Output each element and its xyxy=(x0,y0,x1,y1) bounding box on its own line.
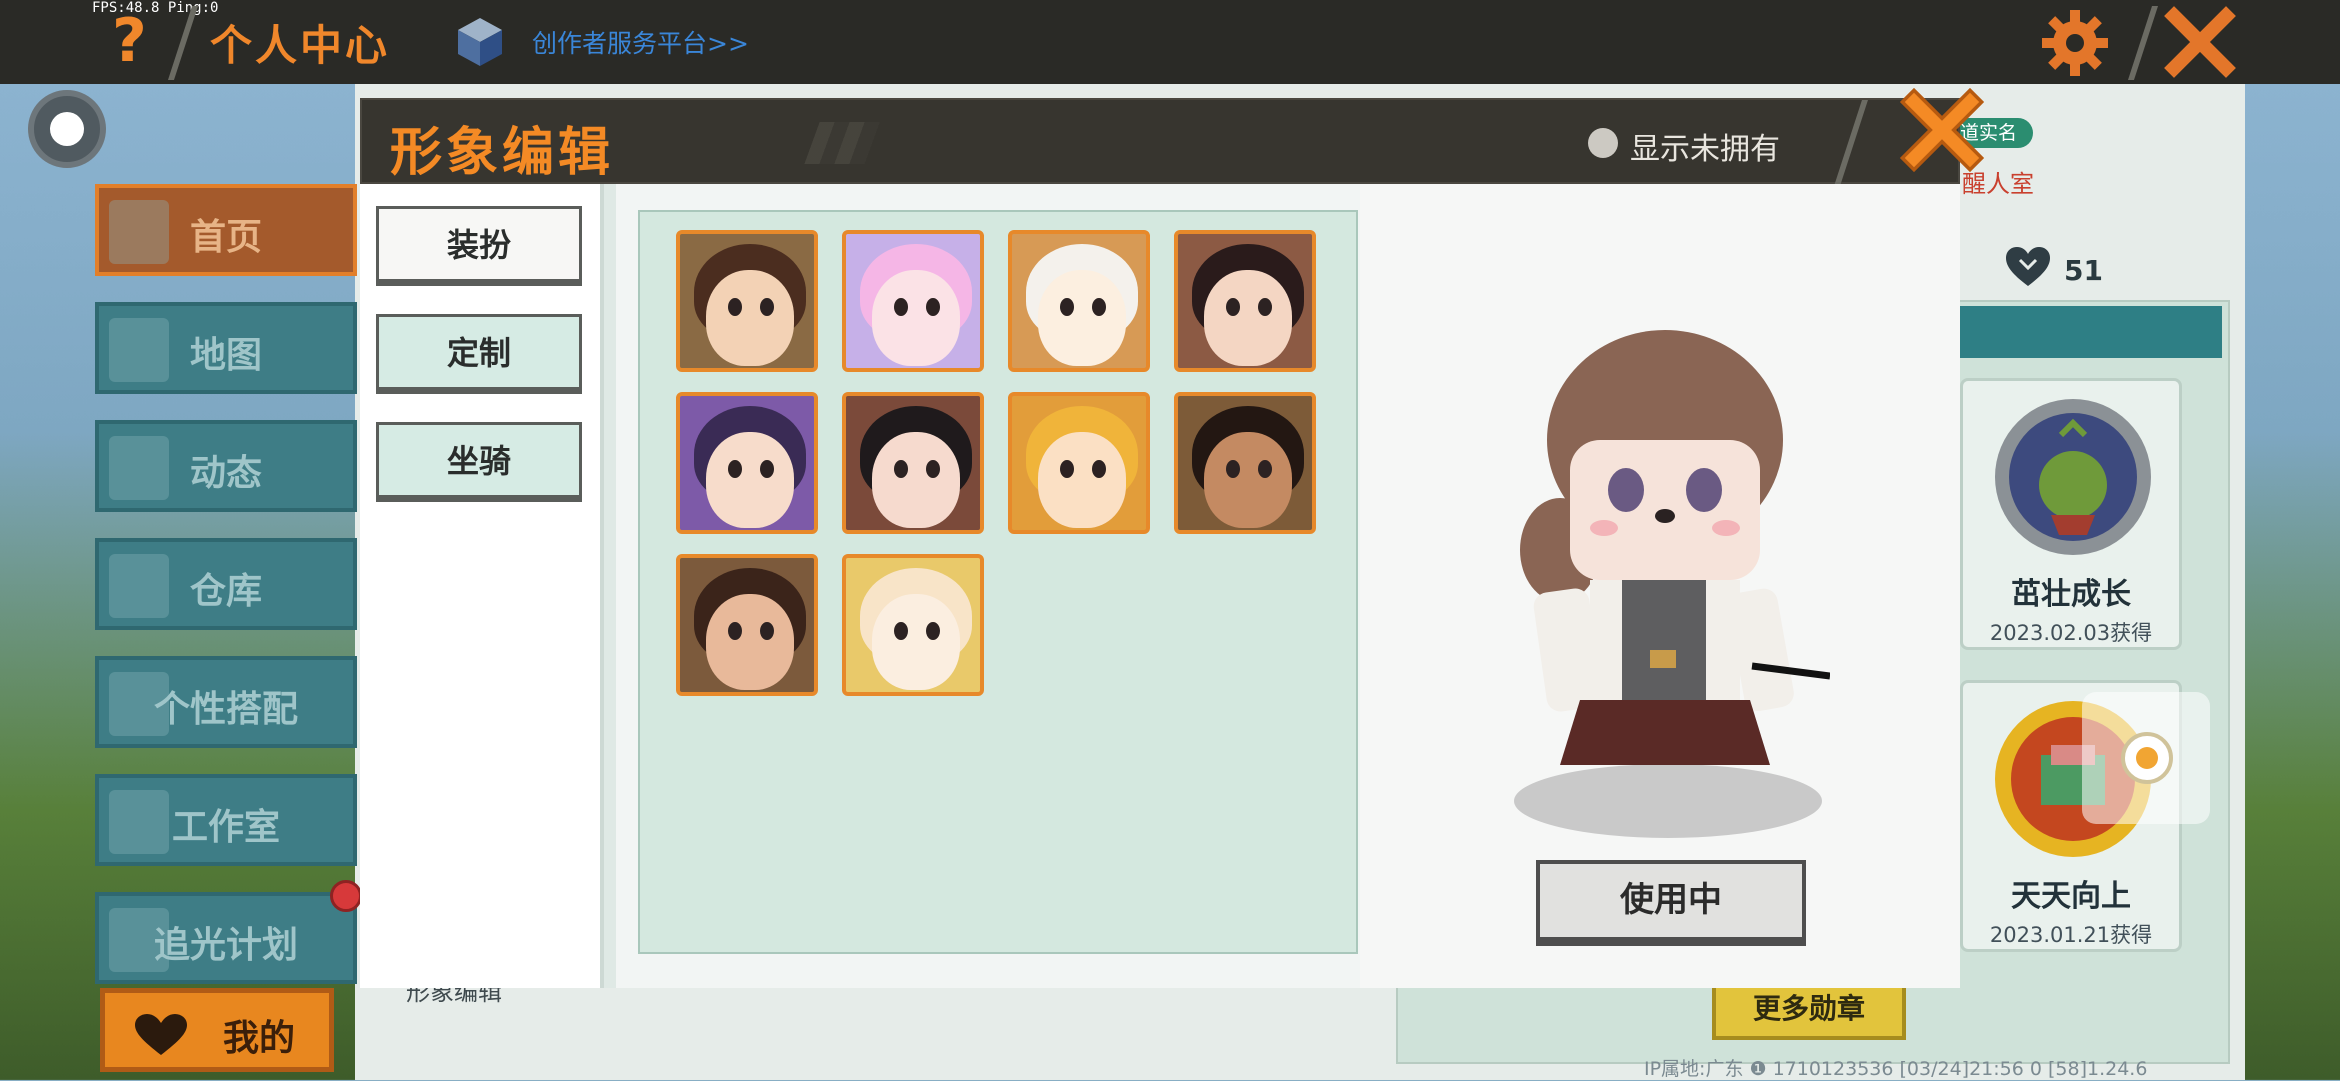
skin-eye xyxy=(1226,460,1240,478)
skin-eye xyxy=(1226,298,1240,316)
floating-record-button[interactable] xyxy=(28,90,106,168)
divider xyxy=(167,6,199,80)
notification-dot xyxy=(330,880,362,912)
show-unowned-label: 显示未拥有 xyxy=(1630,132,1780,167)
divider xyxy=(604,184,616,988)
skin-tile[interactable] xyxy=(676,392,818,534)
skin-face xyxy=(706,594,794,690)
skin-eye xyxy=(728,460,742,478)
divider xyxy=(2127,6,2159,80)
ip-footer: IP属地:广东 ❶ 1710123536 [03/24]21:56 0 [58]… xyxy=(1644,1058,2148,1080)
skin-eye xyxy=(728,298,742,316)
skin-face xyxy=(1038,270,1126,366)
skin-eye xyxy=(760,622,774,640)
egg-icon xyxy=(2121,732,2173,784)
skin-eye xyxy=(894,460,908,478)
badge-section-header xyxy=(1960,306,2222,358)
sidebar-item-light-plan[interactable]: 追光计划 xyxy=(95,892,357,984)
skin-tile[interactable] xyxy=(1008,230,1150,372)
question-mark-icon[interactable]: ? xyxy=(112,6,168,76)
creator-cube-icon[interactable] xyxy=(456,16,504,68)
dialog-header: 形象编辑 显示未拥有 xyxy=(360,98,1960,186)
avatar-preview: 使用中 xyxy=(1360,184,1960,988)
sidebar-item-map[interactable]: 地图 xyxy=(95,302,357,394)
my-button[interactable]: 我的 xyxy=(100,988,334,1072)
skin-tile[interactable] xyxy=(1174,230,1316,372)
tab-mount[interactable]: 坐骑 xyxy=(376,422,582,502)
likes-heart-icon xyxy=(2006,247,2050,286)
sidebar-item-label: 首页 xyxy=(189,217,262,258)
skin-face xyxy=(706,432,794,528)
skin-face xyxy=(872,432,960,528)
in-use-button[interactable]: 使用中 xyxy=(1536,860,1806,946)
skin-tile[interactable] xyxy=(842,230,984,372)
skin-tile[interactable] xyxy=(842,554,984,696)
category-tab-column: 装扮 定制 坐骑 xyxy=(360,184,604,988)
skin-eye xyxy=(894,622,908,640)
close-icon[interactable] xyxy=(1900,88,1984,172)
likes-count: 51 xyxy=(2064,254,2103,287)
sidebar-item-label: 工作室 xyxy=(171,807,280,848)
badge-card[interactable]: 茁壮成长 2023.02.03获得 xyxy=(1960,378,2182,650)
skin-eye xyxy=(926,622,940,640)
skin-face xyxy=(1204,270,1292,366)
skin-eye xyxy=(894,298,908,316)
sidebar-item-warehouse[interactable]: 仓库 xyxy=(95,538,357,630)
divider xyxy=(1834,100,1868,186)
sprout-medal-icon xyxy=(1995,399,2151,555)
skin-face xyxy=(1038,432,1126,528)
skin-tile[interactable] xyxy=(842,392,984,534)
skin-tile[interactable] xyxy=(676,554,818,696)
header-decoration xyxy=(804,122,880,164)
skin-face xyxy=(706,270,794,366)
skin-eye xyxy=(1060,460,1074,478)
sidebar-item-studio[interactable]: 工作室 xyxy=(95,774,357,866)
creator-platform-link[interactable]: 创作者服务平台>> xyxy=(532,24,749,60)
more-badges-button[interactable]: 更多勋章 xyxy=(1712,980,1906,1040)
sidebar-item-label: 仓库 xyxy=(189,571,262,612)
sidebar-item-feed[interactable]: 动态 xyxy=(95,420,357,512)
top-bar: FPS:48.8 Ping:0 ? 个人中心 创作者服务平台>> xyxy=(0,0,2340,84)
close-icon[interactable] xyxy=(2164,6,2236,78)
tab-custom[interactable]: 定制 xyxy=(376,314,582,394)
badge-date: 2023.02.03获得 xyxy=(1989,621,2153,645)
sidebar-item-label: 动态 xyxy=(189,453,262,494)
skin-eye xyxy=(1092,460,1106,478)
sidebar-item-label: 追光计划 xyxy=(153,925,298,966)
skin-face xyxy=(1204,432,1292,528)
skin-face xyxy=(872,270,960,366)
radio-button[interactable] xyxy=(1588,128,1618,158)
skin-eye xyxy=(728,622,742,640)
page-title: 个人中心 xyxy=(210,21,391,70)
skin-eye xyxy=(1060,298,1074,316)
my-button-label: 我的 xyxy=(223,1018,296,1059)
skin-tile[interactable] xyxy=(676,230,818,372)
skin-tile[interactable] xyxy=(1008,392,1150,534)
skin-eye xyxy=(926,460,940,478)
skin-tile[interactable] xyxy=(1174,392,1316,534)
skin-eye xyxy=(1092,298,1106,316)
floating-assistant-ball[interactable] xyxy=(2082,692,2210,824)
tab-outfit[interactable]: 装扮 xyxy=(376,206,582,286)
appearance-edit-dialog: 形象编辑 显示未拥有 装扮 定制 坐骑 使用中 xyxy=(360,88,1984,988)
avatar-model xyxy=(1520,330,1830,765)
badge-name: 茁壮成长 xyxy=(2011,577,2131,612)
badge-date: 2023.01.21获得 xyxy=(1989,923,2153,947)
gear-icon[interactable] xyxy=(2040,8,2110,78)
skin-eye xyxy=(760,460,774,478)
dialog-body: 装扮 定制 坐骑 使用中 xyxy=(360,184,1960,988)
heart-icon xyxy=(135,1014,187,1055)
sidebar-item-label: 个性搭配 xyxy=(153,689,298,730)
skin-eye xyxy=(1258,460,1272,478)
sidebar-item-label: 地图 xyxy=(189,335,262,376)
dialog-title: 形象编辑 xyxy=(390,123,615,183)
sidebar-item-home[interactable]: 首页 xyxy=(95,184,357,276)
skin-grid xyxy=(638,210,1358,954)
skin-eye xyxy=(1258,298,1272,316)
badge-name: 天天向上 xyxy=(2011,879,2131,914)
skin-eye xyxy=(760,298,774,316)
skin-face xyxy=(872,594,960,690)
sidebar-item-outfit[interactable]: 个性搭配 xyxy=(95,656,357,748)
skin-eye xyxy=(926,298,940,316)
